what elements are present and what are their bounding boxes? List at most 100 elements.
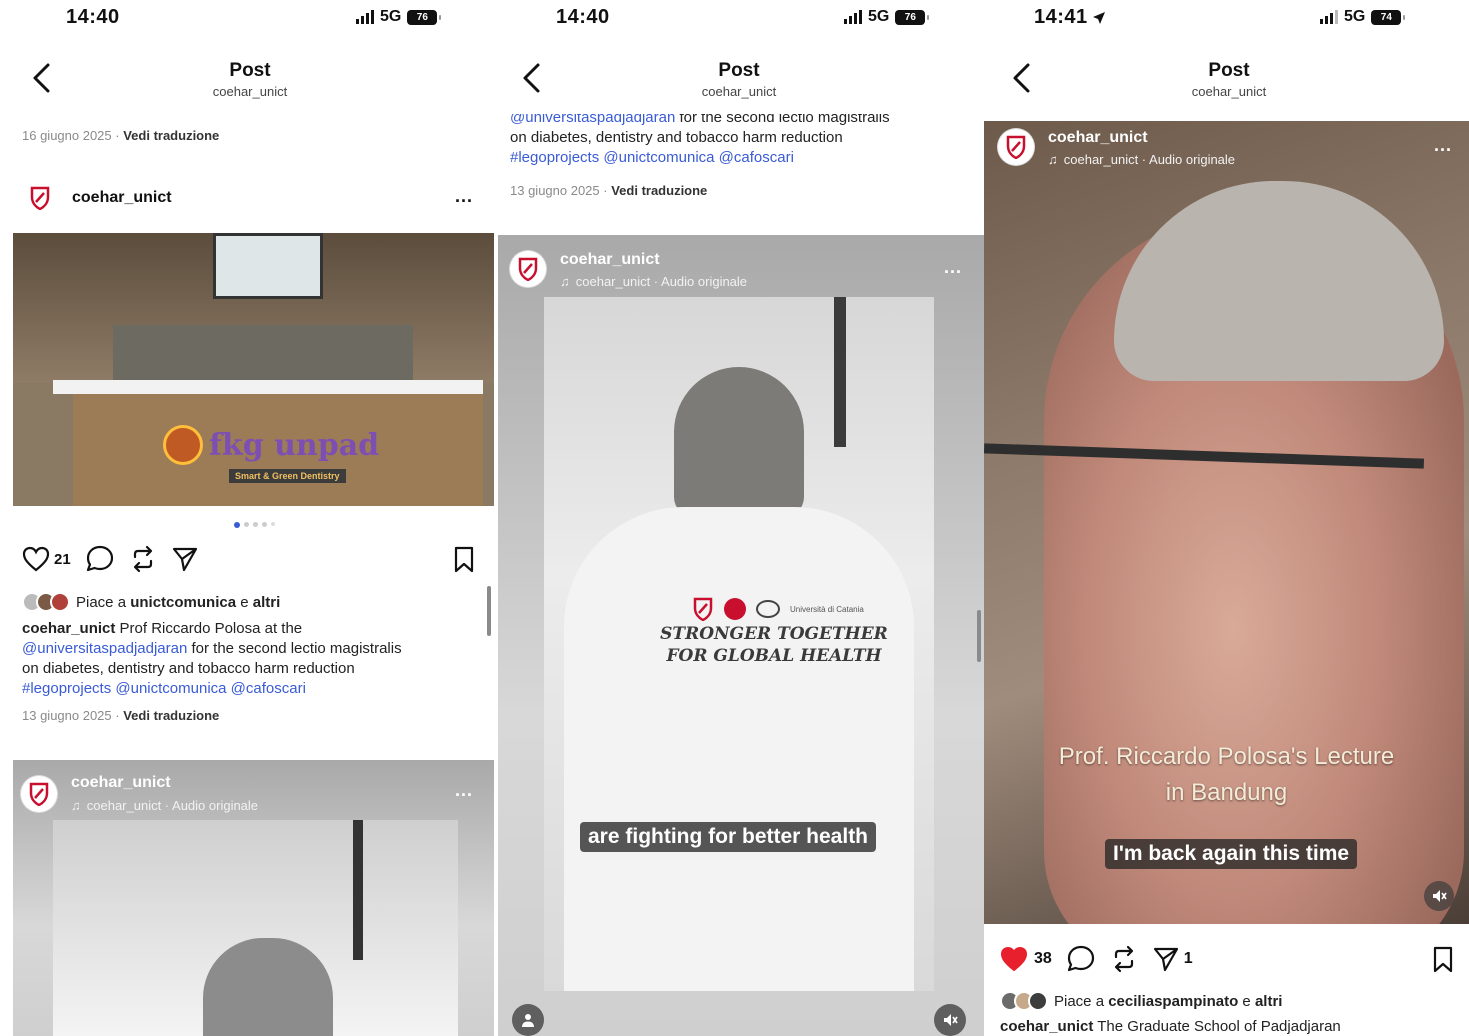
- caption-mention[interactable]: @universitaspadjadjaran: [22, 640, 187, 657]
- more-options-button[interactable]: ...: [944, 257, 962, 278]
- avatar[interactable]: [510, 251, 546, 287]
- video-frame: [53, 820, 458, 1036]
- video-head: [674, 367, 804, 517]
- shield-logo-icon: [518, 257, 538, 281]
- comment-icon[interactable]: [85, 545, 115, 573]
- status-indicators: 5G 76: [844, 8, 930, 26]
- partner-logo-icon: [756, 600, 780, 618]
- back-button[interactable]: [1010, 62, 1032, 100]
- page-title: Post: [229, 60, 271, 81]
- post-username[interactable]: coehar_unict: [72, 189, 172, 207]
- video-title-line: in Bandung: [1165, 779, 1288, 806]
- caption-username[interactable]: coehar_unict: [1000, 1018, 1093, 1035]
- scrollbar[interactable]: [977, 610, 981, 662]
- avatar[interactable]: [22, 180, 58, 216]
- status-time-group: 14:41: [1034, 6, 1106, 29]
- date-text: 13 giugno 2025: [510, 183, 600, 198]
- date-text: 16 giugno 2025: [22, 128, 112, 143]
- video-post-preview[interactable]: coehar_unict ♫ coehar_unict · Audio origi…: [13, 760, 494, 1036]
- post-photo[interactable]: fkg unpad Smart & Green Dentistry: [13, 233, 494, 506]
- tagged-users-button[interactable]: [512, 1004, 544, 1036]
- repost-icon[interactable]: [129, 545, 157, 573]
- post-date: 13 giugno 2025 · Vedi traduzione: [22, 708, 220, 723]
- shirt-text-line: STRONGER TOGETHER: [660, 624, 888, 644]
- audio-text: coehar_unict · Audio originale: [575, 274, 748, 289]
- photo-screen: [213, 233, 323, 299]
- video-username[interactable]: coehar_unict: [560, 251, 660, 269]
- post-date-top: 16 giugno 2025 · Vedi traduzione: [22, 128, 220, 143]
- scrollbar[interactable]: [487, 586, 491, 636]
- video-head: [203, 938, 333, 1036]
- translate-link[interactable]: Vedi traduzione: [123, 128, 219, 143]
- bookmark-icon[interactable]: [453, 546, 475, 574]
- more-options-button[interactable]: ...: [455, 780, 473, 801]
- like-group: 21: [22, 546, 71, 572]
- signal-icon: [844, 10, 862, 24]
- network-label: 5G: [1344, 8, 1366, 25]
- caption-tags[interactable]: #legoprojects @unictcomunica @cafoscari: [510, 148, 980, 168]
- caption-text: on diabetes, dentistry and tobacco harm …: [22, 660, 355, 677]
- video-shirt: [564, 507, 914, 991]
- more-options-button[interactable]: ...: [455, 186, 473, 207]
- caption-mention[interactable]: @universitaspadjadjaran: [510, 114, 675, 126]
- action-row: 38 1: [1000, 945, 1193, 973]
- repost-icon[interactable]: [1110, 945, 1138, 973]
- audio-label[interactable]: ♫ coehar_unict · Audio originale: [71, 798, 258, 813]
- post-date: 13 giugno 2025 · Vedi traduzione: [510, 183, 708, 198]
- seal-icon: [724, 598, 746, 620]
- video-post[interactable]: coehar_unict ♫ coehar_unict · Audio origi…: [984, 121, 1469, 924]
- caption-username[interactable]: coehar_unict: [22, 620, 115, 637]
- action-row: 21: [22, 545, 199, 573]
- video-frame: Università di Catania STRONGER TOGETHER …: [544, 297, 934, 991]
- music-note-icon: ♫: [71, 798, 81, 813]
- likes-summary[interactable]: Piace a unictcomunica e altri: [22, 592, 280, 612]
- status-indicators: 5G 76: [356, 8, 442, 26]
- shield-logo-icon: [693, 597, 713, 621]
- share-icon[interactable]: [171, 545, 199, 573]
- mute-button[interactable]: [1424, 881, 1454, 911]
- post-caption: @universitaspadjadjaran for the second l…: [510, 114, 980, 174]
- post-header: coehar_unict: [22, 180, 172, 216]
- page-title: Post: [718, 60, 760, 81]
- shield-logo-icon: [1006, 135, 1026, 159]
- university-seal-icon: [163, 425, 203, 465]
- date-text: 13 giugno 2025: [22, 708, 112, 723]
- like-count: 38: [1034, 950, 1052, 967]
- shield-logo-icon: [30, 186, 50, 210]
- likes-summary[interactable]: Piace a ceciliaspampinato e altri: [1000, 991, 1282, 1011]
- music-note-icon: ♫: [1048, 152, 1058, 167]
- translate-link[interactable]: Vedi traduzione: [611, 183, 707, 198]
- shirt-text-line: FOR GLOBAL HEALTH: [666, 646, 882, 666]
- mute-button[interactable]: [934, 1004, 966, 1036]
- nav-header: Post coehar_unict: [639, 60, 839, 99]
- shield-logo-icon: [29, 782, 49, 806]
- shirt-logos: Università di Catania: [692, 597, 864, 621]
- audio-label[interactable]: ♫ coehar_unict · Audio originale: [1048, 152, 1235, 167]
- shirt-text: STRONGER TOGETHER FOR GLOBAL HEALTH: [644, 623, 904, 667]
- avatar[interactable]: [998, 129, 1034, 165]
- back-button[interactable]: [520, 62, 542, 100]
- video-username[interactable]: coehar_unict: [1048, 129, 1148, 147]
- heart-filled-icon[interactable]: [1000, 946, 1028, 972]
- chevron-left-icon: [33, 63, 50, 93]
- caption-tags[interactable]: #legoprojects @unictcomunica @cafoscari: [22, 679, 492, 699]
- video-username[interactable]: coehar_unict: [71, 774, 171, 792]
- back-button[interactable]: [30, 62, 52, 100]
- likes-text: Piace a unictcomunica e altri: [76, 593, 281, 611]
- video-post[interactable]: Università di Catania STRONGER TOGETHER …: [498, 235, 984, 1036]
- translate-link[interactable]: Vedi traduzione: [123, 708, 219, 723]
- caption-text: Prof Riccardo Polosa at the: [115, 620, 303, 637]
- audio-label[interactable]: ♫ coehar_unict · Audio originale: [560, 274, 747, 289]
- signal-icon: [1320, 10, 1338, 24]
- status-time: 14:40: [556, 6, 610, 28]
- heart-icon[interactable]: [22, 546, 50, 572]
- video-title-overlay: Prof. Riccardo Polosa's Lecture in Bandu…: [984, 739, 1469, 811]
- caption-text: for the second lectio magistralis: [675, 114, 890, 126]
- comment-icon[interactable]: [1066, 945, 1096, 973]
- bookmark-icon[interactable]: [1432, 946, 1454, 974]
- speaker-muted-icon: [944, 1014, 958, 1026]
- screen-panel-2: 14:40 5G 76 Post coehar_unict @universit…: [498, 0, 984, 1036]
- more-options-button[interactable]: ...: [1434, 135, 1452, 156]
- avatar[interactable]: [21, 776, 57, 812]
- share-icon[interactable]: [1152, 945, 1180, 973]
